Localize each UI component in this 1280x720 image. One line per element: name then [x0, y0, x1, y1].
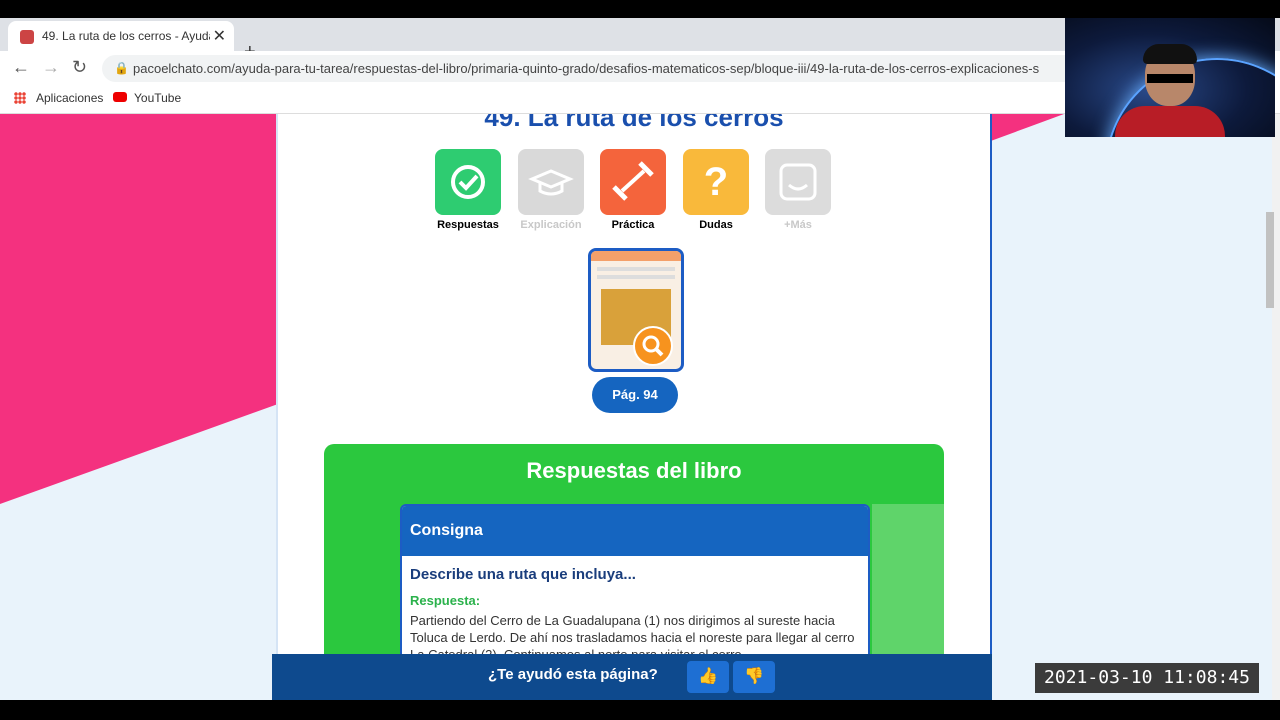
graduation-cap-icon — [528, 169, 574, 196]
question-icon: ? — [704, 160, 728, 204]
youtube-icon[interactable] — [113, 92, 127, 102]
smiley-box-icon — [779, 163, 817, 201]
practica-label: Práctica — [611, 219, 655, 231]
pixel-sunglasses — [1147, 74, 1193, 83]
feedback-question: ¿Te ayudó esta página? — [488, 666, 658, 683]
person-body — [1115, 106, 1225, 137]
back-arrow-icon[interactable]: ← — [12, 57, 30, 78]
respuestas-label: Respuestas — [437, 219, 499, 231]
respuestas-button[interactable] — [435, 149, 501, 215]
tab-title: 49. La ruta de los cerros - Ayuda — [42, 29, 210, 43]
dumbbell-icon — [612, 161, 654, 201]
feedback-bar: ¿Te ayudó esta página? 👍 👎 — [272, 654, 992, 700]
content-card: 49. La ruta de los cerros ? Respuestas E… — [276, 114, 992, 700]
lock-icon: 🔒 — [114, 61, 129, 75]
answers-title: Respuestas del libro — [526, 458, 742, 483]
top-black-bar — [0, 0, 1280, 18]
webcam-overlay — [1065, 18, 1275, 137]
forward-arrow-icon[interactable]: → — [42, 57, 60, 78]
browser-tab[interactable]: 49. La ruta de los cerros - Ayuda ✕ — [8, 21, 234, 51]
scrollbar-thumb[interactable] — [1266, 212, 1274, 308]
timestamp-overlay: 2021-03-10 11:08:45 — [1035, 663, 1259, 693]
question-title: Describe una ruta que incluya... — [410, 566, 636, 583]
screen: 49. La ruta de los cerros - Ayuda ✕ + ← … — [0, 0, 1280, 720]
apps-grid-icon[interactable] — [14, 92, 26, 104]
thumbs-up-icon[interactable]: 👍 — [687, 661, 729, 693]
consigna-header: Consigna — [402, 506, 868, 556]
favicon-icon — [20, 30, 34, 44]
mas-button[interactable] — [765, 149, 831, 215]
person-hair — [1143, 44, 1197, 64]
bookmark-apps[interactable]: Aplicaciones — [36, 91, 103, 105]
check-icon — [451, 165, 485, 199]
thumbs-down-icon[interactable]: 👎 — [733, 661, 775, 693]
explicacion-button[interactable] — [518, 149, 584, 215]
svg-text:?: ? — [704, 160, 728, 204]
mas-label: +Más — [784, 219, 812, 231]
page-viewport: 49. La ruta de los cerros ? Respuestas E… — [0, 114, 1272, 700]
dudas-button[interactable]: ? — [683, 149, 749, 215]
bookmark-youtube[interactable]: YouTube — [134, 91, 181, 105]
page-number-button[interactable]: Pág. 94 — [592, 377, 678, 413]
practica-button[interactable] — [600, 149, 666, 215]
close-tab-icon[interactable]: ✕ — [213, 26, 226, 46]
magnifier-icon[interactable] — [633, 326, 673, 366]
dudas-label: Dudas — [699, 219, 733, 231]
reload-icon[interactable]: ↻ — [72, 57, 87, 78]
scrollbar-track[interactable] — [1272, 114, 1280, 700]
answer-label: Respuesta: — [410, 593, 481, 608]
bottom-black-bar — [0, 700, 1280, 720]
explicacion-label: Explicación — [520, 219, 582, 231]
page-title: 49. La ruta de los cerros — [484, 114, 784, 132]
